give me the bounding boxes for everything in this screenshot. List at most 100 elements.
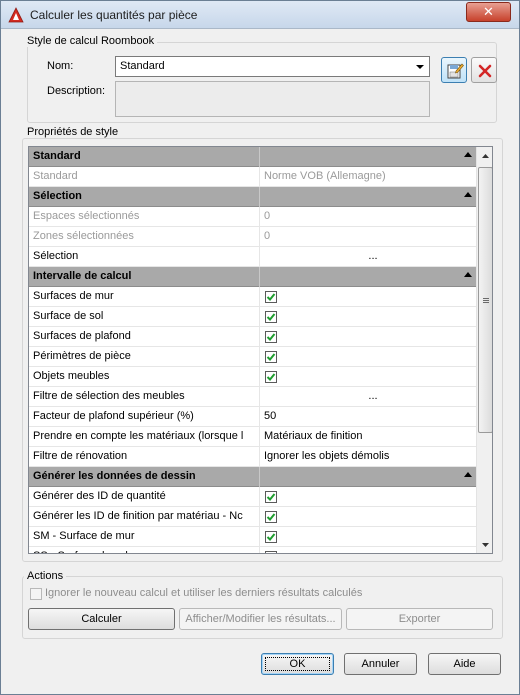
actions-group-label: Actions (24, 570, 67, 582)
category-label: Sélection (29, 187, 260, 207)
checkbox[interactable] (265, 311, 277, 323)
property-row-prendre-en-compte-les-materiaux-lorsque-l[interactable]: Prendre en compte les matériaux (lorsque… (29, 427, 476, 447)
property-row-selection[interactable]: Sélection... (29, 247, 476, 267)
property-row-perimetres-de-piece[interactable]: Périmètres de pièce (29, 347, 476, 367)
checkbox[interactable] (265, 531, 277, 543)
property-value-browse[interactable]: ... (261, 387, 476, 407)
checkbox[interactable] (265, 331, 277, 343)
property-name: Zones sélectionnées (29, 227, 260, 247)
edit-style-icon (447, 63, 464, 79)
property-row-filtre-de-selection-des-meubles[interactable]: Filtre de sélection des meubles... (29, 387, 476, 407)
dialog-window: Calculer les quantités par pièce ✕ Style… (0, 0, 520, 695)
property-row-sm-surface-de-mur[interactable]: SM - Surface de mur (29, 527, 476, 547)
category-label: Générer les données de dessin (29, 467, 260, 487)
help-button[interactable]: Aide (428, 653, 501, 675)
category-row-generer-les-donnees-de-dessin[interactable]: Générer les données de dessin (29, 467, 476, 487)
category-row-standard[interactable]: Standard (29, 147, 476, 167)
checkbox[interactable] (265, 291, 277, 303)
checkbox[interactable] (265, 511, 277, 523)
property-value-checkbox[interactable] (261, 327, 476, 347)
properties-rows: Standard Standard Norme VOB (Allemagne) Sél… (29, 147, 476, 553)
property-row-facteur-de-plafond-superieur[interactable]: Facteur de plafond supérieur (%) 50 (29, 407, 476, 427)
checkbox[interactable] (265, 551, 277, 553)
property-value-checkbox[interactable] (261, 527, 476, 547)
property-name: SS - Surface de sol (29, 547, 260, 553)
property-name: Surfaces de mur (29, 287, 260, 307)
export-button[interactable]: Exporter (346, 608, 493, 630)
name-label: Nom: (47, 60, 74, 72)
scroll-up-icon[interactable] (478, 148, 493, 165)
scroll-down-icon[interactable] (478, 536, 493, 553)
cancel-button[interactable]: Annuler (344, 653, 417, 675)
property-value-checkbox[interactable] (261, 347, 476, 367)
property-row-generer-des-id-de-quantite[interactable]: Générer des ID de quantité (29, 487, 476, 507)
category-label: Intervalle de calcul (29, 267, 260, 287)
collapse-arrow-icon[interactable] (464, 472, 472, 477)
close-button[interactable]: ✕ (466, 2, 511, 22)
ellipsis-button[interactable]: ... (363, 387, 383, 406)
property-name: Filtre de sélection des meubles (29, 387, 260, 407)
property-row-surface-de-sol[interactable]: Surface de sol (29, 307, 476, 327)
ok-button[interactable]: OK (261, 653, 334, 675)
property-value[interactable]: 50 (261, 407, 476, 427)
property-value[interactable]: Ignorer les objets démolis (261, 447, 476, 467)
category-row-selection[interactable]: Sélection (29, 187, 476, 207)
properties-scrollbar[interactable] (476, 147, 493, 553)
ellipsis-button[interactable]: ... (363, 247, 383, 266)
collapse-arrow-icon[interactable] (464, 192, 472, 197)
edit-style-button[interactable] (441, 57, 467, 83)
property-name: Générer les ID de finition par matériau … (29, 507, 260, 527)
category-collapse (261, 467, 476, 487)
scroll-thumb[interactable] (478, 167, 492, 433)
property-value-checkbox[interactable] (261, 307, 476, 327)
collapse-arrow-icon[interactable] (464, 152, 472, 157)
property-value: 0 (264, 230, 271, 242)
ignore-recalc-checkbox[interactable] (30, 588, 42, 600)
category-collapse (261, 267, 476, 287)
property-value-checkbox[interactable] (261, 367, 476, 387)
category-row-intervalle-de-calcul[interactable]: Intervalle de calcul (29, 267, 476, 287)
property-value-checkbox[interactable] (261, 507, 476, 527)
property-row-zones-selectionnees: Zones sélectionnées 0 (29, 227, 476, 247)
property-name: Objets meubles (29, 367, 260, 387)
ignore-recalc-label: Ignorer le nouveau calcul et utiliser le… (45, 587, 363, 599)
property-row-filtre-de-renovation[interactable]: Filtre de rénovation Ignorer les objets d… (29, 447, 476, 467)
property-row-objets-meubles[interactable]: Objets meubles (29, 367, 476, 387)
properties-grid[interactable]: Standard Standard Norme VOB (Allemagne) Sél… (28, 146, 493, 554)
style-group-label: Style de calcul Roombook (24, 35, 158, 47)
property-name: Surface de sol (29, 307, 260, 327)
property-row-ss-surface-de-sol[interactable]: SS - Surface de sol (29, 547, 476, 553)
description-label: Description: (47, 85, 106, 97)
property-value-checkbox[interactable] (261, 487, 476, 507)
category-collapse (261, 147, 476, 167)
property-row-surfaces-de-plafond[interactable]: Surfaces de plafond (29, 327, 476, 347)
property-name: Sélection (29, 247, 260, 267)
property-name: Standard (29, 167, 260, 187)
style-name-value: Standard (120, 60, 165, 72)
delete-icon (478, 64, 492, 78)
style-name-dropdown[interactable]: Standard (115, 56, 430, 77)
property-row-standard: Standard Norme VOB (Allemagne) (29, 167, 476, 187)
category-label: Standard (29, 147, 260, 167)
property-name: Espaces sélectionnés (29, 207, 260, 227)
property-name: Filtre de rénovation (29, 447, 260, 467)
property-name: Prendre en compte les matériaux (lorsque… (29, 427, 260, 447)
property-row-surfaces-de-mur[interactable]: Surfaces de mur (29, 287, 476, 307)
property-name: Périmètres de pièce (29, 347, 260, 367)
delete-style-button[interactable] (471, 57, 497, 83)
property-value[interactable]: Matériaux de finition (261, 427, 476, 447)
title-bar[interactable]: Calculer les quantités par pièce ✕ (1, 1, 519, 29)
property-row-generer-les-id-de-finition-par-materiau-nc[interactable]: Générer les ID de finition par matériau … (29, 507, 476, 527)
property-name: Générer des ID de quantité (29, 487, 260, 507)
property-value-checkbox[interactable] (261, 287, 476, 307)
checkbox[interactable] (265, 351, 277, 363)
property-value-checkbox[interactable] (261, 547, 476, 553)
checkbox[interactable] (265, 371, 277, 383)
property-value: Norme VOB (Allemagne) (264, 170, 386, 182)
collapse-arrow-icon[interactable] (464, 272, 472, 277)
calculate-button[interactable]: Calculer (28, 608, 175, 630)
property-value-browse[interactable]: ... (261, 247, 476, 267)
show-modify-results-button[interactable]: Afficher/Modifier les résultats... (179, 608, 342, 630)
property-row-espaces-selectionnes: Espaces sélectionnés 0 (29, 207, 476, 227)
checkbox[interactable] (265, 491, 277, 503)
